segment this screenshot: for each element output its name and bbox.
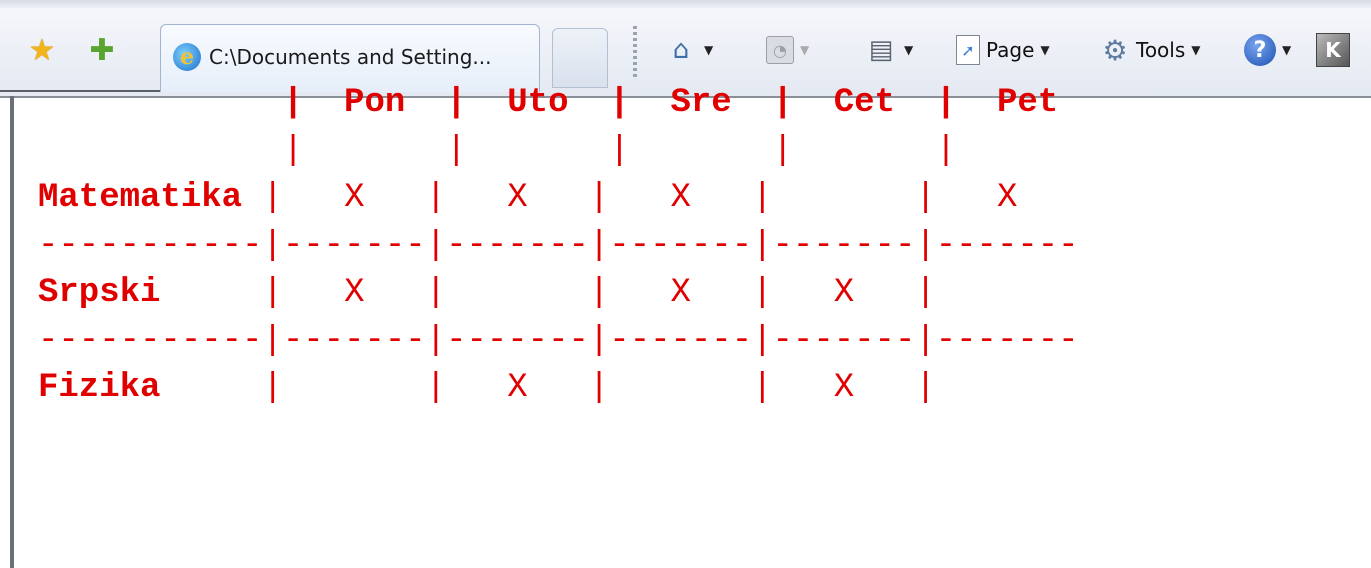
row-cells: | | X | | X | [262,369,936,407]
spacer-row: | | | | | [38,131,957,170]
feeds-icon: ◔ [766,36,794,64]
chevron-down-icon: ▼ [800,43,810,57]
tools-gear-icon: ⚙ [1102,33,1128,67]
page-icon: ➚ [956,35,980,65]
row-cells: | X | | X | X | [262,274,936,312]
tools-menu-button[interactable]: ⚙ Tools ▼ [1098,30,1201,70]
tools-label: Tools [1136,38,1186,62]
add-favorite-icon[interactable]: ✚ [84,32,120,68]
window-left-border [10,96,14,568]
new-tab-button[interactable] [552,28,608,88]
header-row: | Pon | Uto | Sre | Cet | Pet [38,84,1059,122]
favorites-star-icon[interactable]: ★ [24,32,60,68]
page-menu-button[interactable]: ➚ Page ▼ [956,30,1050,70]
print-icon: ▤ [868,35,894,65]
home-button[interactable]: ⌂ ▼ [664,30,714,70]
separator-row: -----------|-------|-------|-------|----… [38,321,1079,360]
row-subject: Fizika [38,369,161,407]
help-icon: ? [1244,34,1276,66]
k-icon: K [1316,33,1350,67]
k-button[interactable]: K [1316,30,1350,70]
page-label: Page [986,38,1035,62]
row-subject: Matematika [38,179,243,217]
row-cells: | X | X | X | | X [262,179,1018,217]
print-button[interactable]: ▤ ▼ [864,30,914,70]
row-subject: Srpski [38,274,161,312]
tab-title: C:\Documents and Setting... [209,45,492,69]
chevron-down-icon: ▼ [1282,43,1292,57]
separator-row: -----------|-------|-------|-------|----… [38,226,1079,265]
help-menu-button[interactable]: ? ▼ [1244,30,1291,70]
chevron-down-icon[interactable]: ▼ [704,43,713,57]
home-icon: ⌂ [672,35,690,65]
chevron-down-icon[interactable]: ▼ [904,43,913,57]
toolbar-separator [633,26,637,80]
ie-icon: e [173,43,201,71]
toolbar-top-edge [0,0,1371,8]
schedule-table: | Pon | Uto | Sre | Cet | Pet | | | | | … [38,80,1079,413]
chevron-down-icon: ▼ [1040,43,1050,57]
chevron-down-icon: ▼ [1191,43,1201,57]
feeds-button[interactable]: ◔ ▼ [766,30,809,70]
